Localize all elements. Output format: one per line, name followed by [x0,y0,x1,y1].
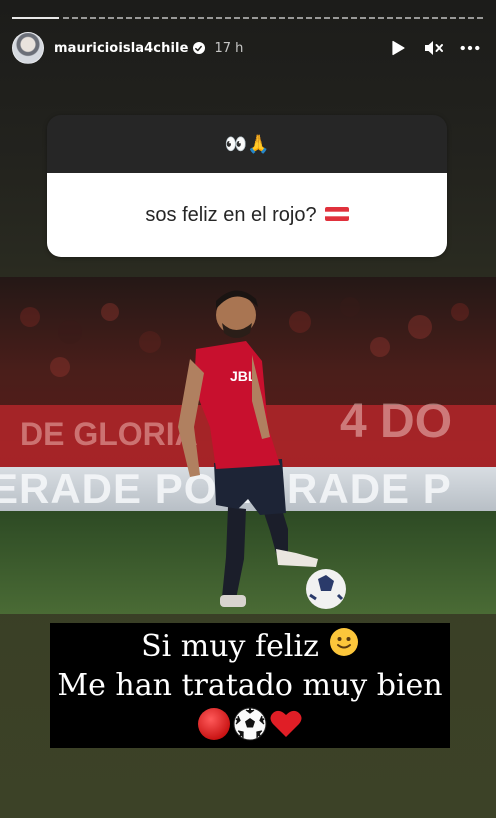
svg-text:DE GLORIA: DE GLORIA [20,416,198,452]
question-sticker[interactable]: 👀🙏 sos feliz en el rojo? [47,115,447,257]
soccer-ball-icon [233,707,267,745]
play-icon[interactable] [388,38,408,58]
red-heart-icon [269,707,303,745]
progress-segment-active [12,17,60,19]
caption-line-1: Si muy feliz [50,627,450,667]
question-emojis: 👀🙏 [224,133,270,155]
question-text: sos feliz en el rojo? [145,203,317,226]
story-progress-bar [12,17,484,19]
verified-badge-icon [192,42,205,54]
caption-text-1: Si muy feliz [141,629,319,664]
caption-box: Si muy feliz Me han tratado muy bien [50,623,450,748]
caption-emoji-row [50,707,450,745]
mute-icon[interactable] [424,38,444,58]
football-player-photo: DE GLORIA 4 DO ERADE POWERADE P JBL [0,277,496,614]
question-sticker-body: sos feliz en el rojo? [47,173,447,257]
post-time: 17 h [214,40,244,56]
soccer-ball-in-photo [306,569,346,609]
caption-line-2: Me han tratado muy bien [50,667,450,705]
question-sticker-header: 👀🙏 [47,115,447,173]
slightly-smiling-face-icon [329,627,359,667]
story-view[interactable]: mauricioisla4chile 17 h 👀🙏 sos feliz en … [0,0,496,818]
austria-flag-icon [324,204,349,227]
svg-text:4 DO: 4 DO [340,395,452,448]
more-icon[interactable] [460,38,480,58]
caption-text-2: Me han tratado muy bien [57,668,443,703]
stadium-scene: DE GLORIA 4 DO ERADE POWERADE P JBL [0,277,496,614]
avatar[interactable] [12,32,44,64]
red-circle-icon [197,707,231,745]
progress-segments-remaining [63,17,484,19]
story-controls [388,38,484,58]
story-header: mauricioisla4chile 17 h [12,32,484,64]
username[interactable]: mauricioisla4chile [54,41,189,56]
